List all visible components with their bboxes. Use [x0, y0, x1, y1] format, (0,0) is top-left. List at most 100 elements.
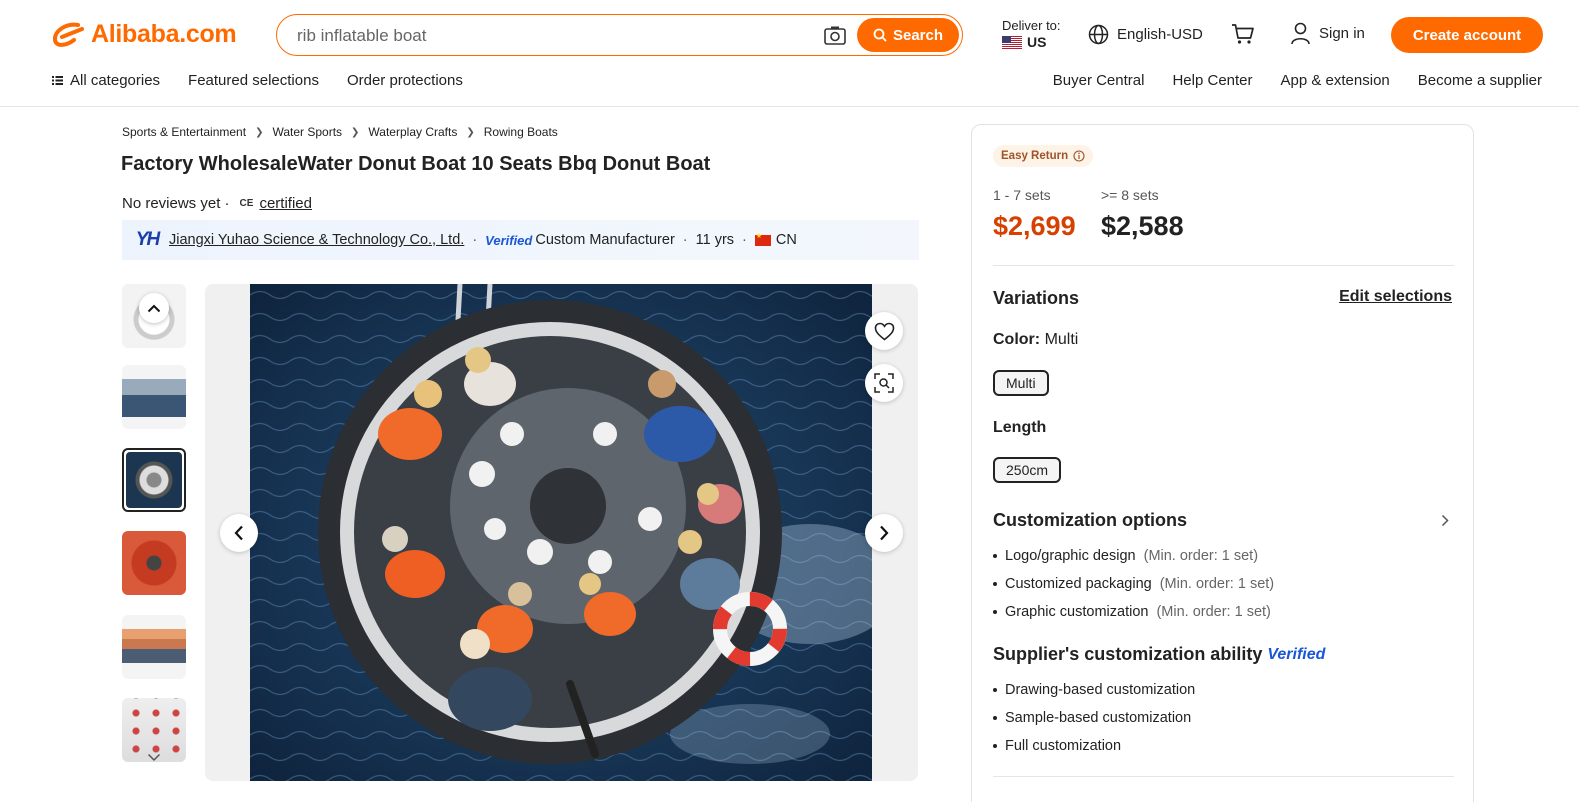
price-tier-range: 1 - 7 sets [993, 187, 1051, 203]
customization-note: (Min. order: 1 set) [1159, 576, 1275, 592]
alibaba-logo[interactable]: Alibaba.com [52, 20, 237, 49]
thumbnail[interactable] [122, 615, 186, 679]
nav-all-categories[interactable]: All categories [52, 72, 160, 89]
cart-button[interactable] [1231, 23, 1255, 50]
product-title: Factory WholesaleWater Donut Boat 10 Sea… [121, 153, 711, 175]
site-header: Alibaba.com Search Deliver to: US [0, 0, 1579, 107]
chevron-down-icon [147, 753, 161, 761]
chevron-right-icon[interactable] [1441, 514, 1449, 527]
edit-selections-link[interactable]: Edit selections [1339, 288, 1452, 306]
sign-in-label: Sign in [1319, 25, 1365, 42]
color-value: Multi [1044, 331, 1079, 348]
breadcrumb-item[interactable]: Sports & Entertainment [122, 125, 246, 139]
ability-list: Drawing-based customization Sample-based… [993, 676, 1195, 760]
globe-icon [1088, 24, 1109, 45]
search-input[interactable] [297, 24, 817, 48]
separator-dot: · [682, 232, 688, 248]
breadcrumb: Sports & Entertainment ❯ Water Sports ❯ … [122, 125, 558, 139]
deliver-label: Deliver to: [1002, 18, 1061, 33]
favorite-button[interactable] [865, 312, 903, 350]
breadcrumb-item[interactable]: Waterplay Crafts [368, 125, 457, 139]
list-item: Customized packaging (Min. order: 1 set) [993, 570, 1274, 598]
nav-order-protections[interactable]: Order protections [347, 72, 463, 89]
chevron-up-icon [147, 304, 161, 312]
list-item: Graphic customization (Min. order: 1 set) [993, 598, 1274, 626]
breadcrumb-item[interactable]: Rowing Boats [484, 125, 558, 139]
supplier-type: Custom Manufacturer [535, 232, 675, 248]
supplier-name-link[interactable]: Jiangxi Yuhao Science & Technology Co., … [169, 232, 464, 248]
nav-become-supplier[interactable]: Become a supplier [1418, 72, 1542, 89]
nav-featured-selections[interactable]: Featured selections [188, 72, 319, 89]
chevron-right-icon: ❯ [351, 126, 360, 138]
search-icon [873, 28, 887, 42]
certified-link[interactable]: certified [259, 195, 312, 212]
separator-dot: · [472, 232, 478, 248]
language-label: English-USD [1117, 26, 1203, 43]
heart-icon [874, 322, 894, 341]
ability-title: Supplier's customization ability [993, 644, 1263, 664]
info-icon [1073, 150, 1085, 162]
secondary-nav: Buyer Central Help Center App & extensio… [1053, 72, 1542, 89]
breadcrumb-item[interactable]: Water Sports [272, 125, 342, 139]
ce-mark-icon: CE [239, 198, 254, 209]
length-label: Length [993, 419, 1047, 436]
chevron-right-icon: ❯ [466, 126, 475, 138]
easy-return-label: Easy Return [1001, 150, 1069, 162]
supplier-country: CN [775, 232, 797, 248]
nav-all-categories-label: All categories [70, 72, 161, 89]
create-account-button[interactable]: Create account [1391, 17, 1543, 53]
divider [993, 776, 1454, 777]
thumbnail-scroll-up[interactable] [139, 293, 169, 323]
customization-note: (Min. order: 1 set) [1156, 604, 1271, 620]
separator-dot: · [742, 232, 747, 248]
deliver-country: US [1027, 34, 1047, 50]
user-icon [1291, 22, 1310, 45]
list-item: Sample-based customization [993, 704, 1195, 732]
ability-title-row: Supplier's customization ability Verifie… [993, 644, 1325, 665]
list-item: Drawing-based customization [993, 676, 1195, 704]
thumbnail-selected[interactable] [122, 448, 186, 512]
verified-badge: Verified [485, 232, 533, 248]
nav-buyer-central[interactable]: Buyer Central [1053, 72, 1145, 89]
customization-name: Graphic customization [1005, 604, 1149, 620]
previous-image-button[interactable] [220, 514, 258, 552]
next-image-button[interactable] [865, 514, 903, 552]
chevron-right-icon [880, 525, 889, 541]
reviews-text: No reviews yet · [122, 195, 230, 212]
primary-nav: All categories Featured selections Order… [52, 72, 463, 89]
sign-in-link[interactable]: Sign in [1290, 22, 1365, 45]
thumbnail-scroll-down[interactable] [139, 742, 169, 772]
list-item: Full customization [993, 732, 1195, 760]
easy-return-badge[interactable]: Easy Return [993, 145, 1094, 167]
language-selector[interactable]: English-USD [1088, 24, 1203, 45]
customization-title[interactable]: Customization options [993, 510, 1187, 531]
price-tier-range: >= 8 sets [1101, 187, 1159, 203]
customization-list: Logo/graphic design (Min. order: 1 set) C… [993, 542, 1274, 626]
color-label-row: Color: Multi [993, 331, 1078, 349]
price-tier-value: $2,588 [1101, 211, 1184, 241]
supplier-bar: YH Jiangxi Yuhao Science & Technology Co… [122, 220, 919, 260]
color-option-chip[interactable]: Multi [993, 370, 1049, 396]
nav-help-center[interactable]: Help Center [1172, 72, 1252, 89]
cart-icon [1232, 24, 1254, 44]
scan-icon [874, 373, 894, 393]
main-product-image[interactable] [205, 284, 918, 781]
search-button[interactable]: Search [857, 18, 959, 52]
cn-flag-icon [754, 232, 771, 246]
customization-name: Customized packaging [1005, 576, 1152, 592]
chevron-right-icon: ❯ [255, 126, 264, 138]
thumbnail[interactable] [122, 365, 186, 429]
length-option-chip[interactable]: 250cm [993, 457, 1062, 483]
customization-name: Logo/graphic design [1005, 548, 1136, 564]
image-search-icon[interactable] [823, 25, 847, 47]
visual-search-button[interactable] [865, 364, 903, 402]
supplier-logo[interactable]: YH [132, 225, 162, 255]
ability-verified-badge: Verified [1267, 645, 1326, 663]
divider [993, 265, 1454, 266]
price-tier-value: $2,699 [993, 211, 1076, 241]
deliver-to[interactable]: Deliver to: US [1002, 17, 1061, 51]
nav-app-extension[interactable]: App & extension [1281, 72, 1390, 89]
supplier-years: 11 yrs [695, 232, 735, 248]
alibaba-logo-icon [53, 22, 84, 47]
thumbnail[interactable] [122, 531, 186, 595]
